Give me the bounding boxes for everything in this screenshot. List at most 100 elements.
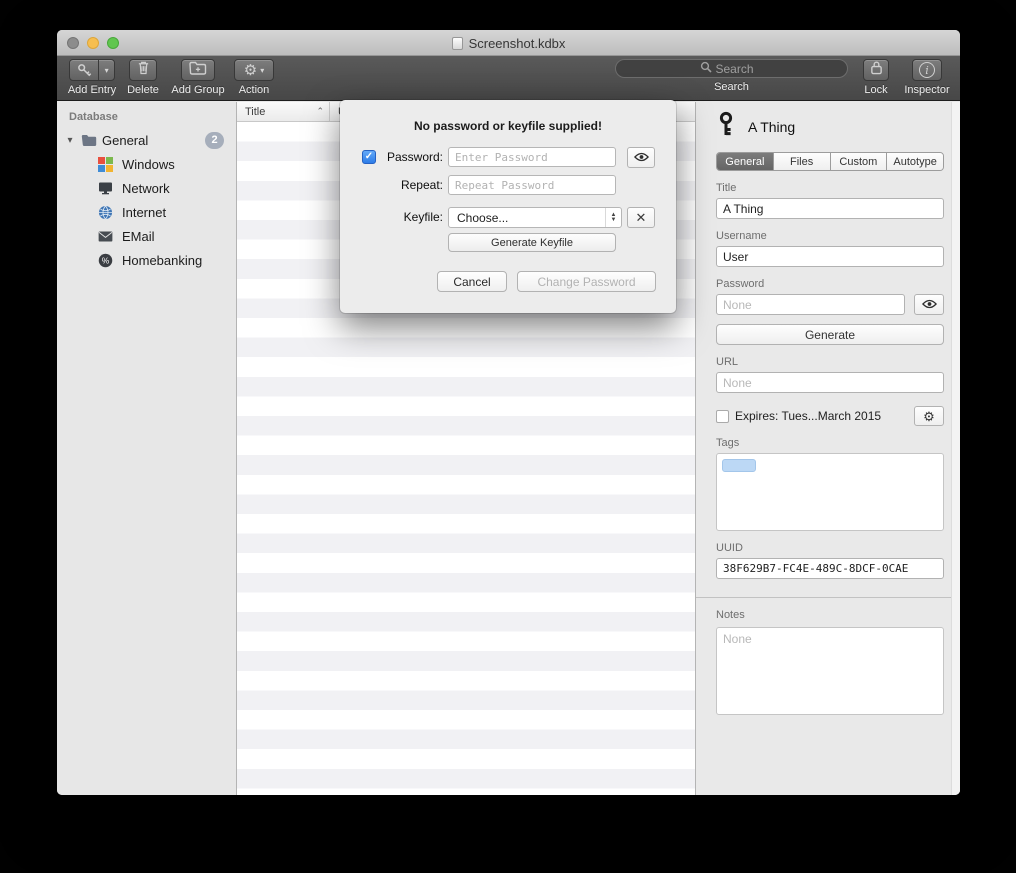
sidebar-item-internet[interactable]: Internet <box>57 200 236 224</box>
info-icon: i <box>919 62 935 78</box>
username-field-label: Username <box>716 230 944 242</box>
dialog-keyfile-label: Keyfile: <box>377 210 443 224</box>
lock-button[interactable] <box>863 59 889 81</box>
tab-general[interactable]: General <box>717 153 774 170</box>
expires-settings-button[interactable]: ⚙ <box>914 406 944 426</box>
sidebar-section-header: Database <box>57 102 236 128</box>
toolbar-item-inspector: i Inspector <box>898 59 956 96</box>
sidebar-item-windows[interactable]: Windows <box>57 152 236 176</box>
sidebar-item-label: EMail <box>122 229 155 244</box>
lock-label: Lock <box>864 84 887 96</box>
dialog-message: No password or keyfile supplied! <box>340 119 676 133</box>
inspector-panel: A Thing General Files Custom Autotype Ti… <box>696 102 960 795</box>
close-button[interactable] <box>67 37 79 49</box>
password-row <box>716 294 944 315</box>
toolbar-item-add-group: Add Group <box>167 59 229 96</box>
gear-icon: ⚙ <box>244 63 257 78</box>
column-title-label: Title <box>245 106 265 118</box>
add-entry-label: Add Entry <box>68 84 116 96</box>
entry-key-icon <box>716 111 736 142</box>
stepper-down-icon: ▼ <box>611 218 617 223</box>
keyfile-dropdown[interactable]: Choose... ▲ ▼ <box>448 207 622 228</box>
stepper-icon: ▲ ▼ <box>605 208 621 227</box>
traffic-lights <box>67 37 119 49</box>
dialog-reveal-password-button[interactable] <box>627 147 655 168</box>
inspector-divider <box>696 597 960 598</box>
toolbar-item-action: ⚙ ▾ Action <box>231 59 277 96</box>
tab-custom[interactable]: Custom <box>831 153 888 170</box>
expires-label: Expires: Tues...March 2015 <box>735 409 881 423</box>
uuid-field[interactable] <box>716 558 944 579</box>
url-field[interactable] <box>716 372 944 393</box>
entry-header: A Thing <box>716 111 944 142</box>
disclosure-triangle-icon[interactable]: ▾ <box>65 135 75 146</box>
search-icon <box>700 60 712 78</box>
envelope-icon <box>97 228 114 245</box>
close-x-icon: ✕ <box>636 211 647 224</box>
action-label: Action <box>239 84 270 96</box>
generate-keyfile-button[interactable]: Generate Keyfile <box>448 233 616 252</box>
expires-checkbox[interactable] <box>716 410 729 423</box>
sidebar-item-general[interactable]: ▾ General 2 <box>57 128 236 152</box>
notes-field-label: Notes <box>716 609 944 621</box>
sidebar-item-label: Internet <box>122 205 166 220</box>
search-field[interactable] <box>615 59 848 78</box>
notes-field[interactable] <box>716 627 944 715</box>
sidebar-item-label: Network <box>122 181 170 196</box>
inspector-label: Inspector <box>904 84 949 96</box>
add-entry-button[interactable]: ▾ <box>69 59 115 81</box>
minimize-button[interactable] <box>87 37 99 49</box>
eye-icon <box>634 149 649 167</box>
trash-icon <box>137 60 150 80</box>
action-button[interactable]: ⚙ ▾ <box>234 59 274 81</box>
password-field-label: Password <box>716 278 944 290</box>
toolbar: ▾ Add Entry Delete Add Group ⚙ ▾ <box>57 56 960 101</box>
delete-button[interactable] <box>129 59 157 81</box>
network-icon <box>97 180 114 197</box>
change-password-button[interactable]: Change Password <box>517 271 656 292</box>
password-field[interactable] <box>716 294 905 315</box>
delete-label: Delete <box>127 84 159 96</box>
dialog-password-input[interactable] <box>448 147 616 167</box>
inspector-button[interactable]: i <box>912 59 942 81</box>
toolbar-item-add-entry: ▾ Add Entry <box>63 59 121 96</box>
tags-field-label: Tags <box>716 437 944 449</box>
add-entry-dropdown-icon[interactable]: ▾ <box>99 60 114 80</box>
password-checkbox[interactable]: ✓ <box>362 150 376 164</box>
dialog-repeat-input[interactable] <box>448 175 616 195</box>
toolbar-item-delete: Delete <box>121 59 165 96</box>
column-header-title[interactable]: Title ⌃ <box>237 102 330 121</box>
sidebar-item-homebanking[interactable]: % Homebanking <box>57 248 236 272</box>
sort-asc-icon: ⌃ <box>316 106 324 117</box>
key-icon <box>70 60 99 80</box>
eye-icon <box>922 296 937 314</box>
change-password-dialog: No password or keyfile supplied! ✓ Passw… <box>340 100 676 313</box>
tab-files[interactable]: Files <box>774 153 831 170</box>
sidebar-item-email[interactable]: EMail <box>57 224 236 248</box>
zoom-button[interactable] <box>107 37 119 49</box>
sidebar-item-label: Windows <box>122 157 175 172</box>
tag-token <box>722 459 756 472</box>
inspector-scrollbar-track <box>951 102 960 795</box>
tab-autotype[interactable]: Autotype <box>887 153 943 170</box>
tags-field[interactable] <box>716 453 944 531</box>
dialog-password-label: Password: <box>377 150 443 164</box>
url-field-label: URL <box>716 356 944 368</box>
entry-count-badge: 2 <box>205 132 224 149</box>
app-window: Screenshot.kdbx ▾ Add Entry Delete <box>57 30 960 795</box>
sidebar: Database ▾ General 2 Windows Network <box>57 102 237 795</box>
search-input[interactable] <box>716 62 764 76</box>
generate-password-button[interactable]: Generate <box>716 324 944 345</box>
sidebar-item-network[interactable]: Network <box>57 176 236 200</box>
percent-coin-icon: % <box>97 252 114 269</box>
cancel-button[interactable]: Cancel <box>437 271 507 292</box>
entry-title: A Thing <box>748 119 795 135</box>
document-proxy-icon[interactable] <box>452 37 463 50</box>
clear-keyfile-button[interactable]: ✕ <box>627 207 655 228</box>
reveal-password-button[interactable] <box>914 294 944 315</box>
add-group-button[interactable] <box>181 59 215 81</box>
username-field[interactable] <box>716 246 944 267</box>
title-field[interactable] <box>716 198 944 219</box>
sidebar-item-label: Homebanking <box>122 253 202 268</box>
svg-text:%: % <box>102 255 110 265</box>
